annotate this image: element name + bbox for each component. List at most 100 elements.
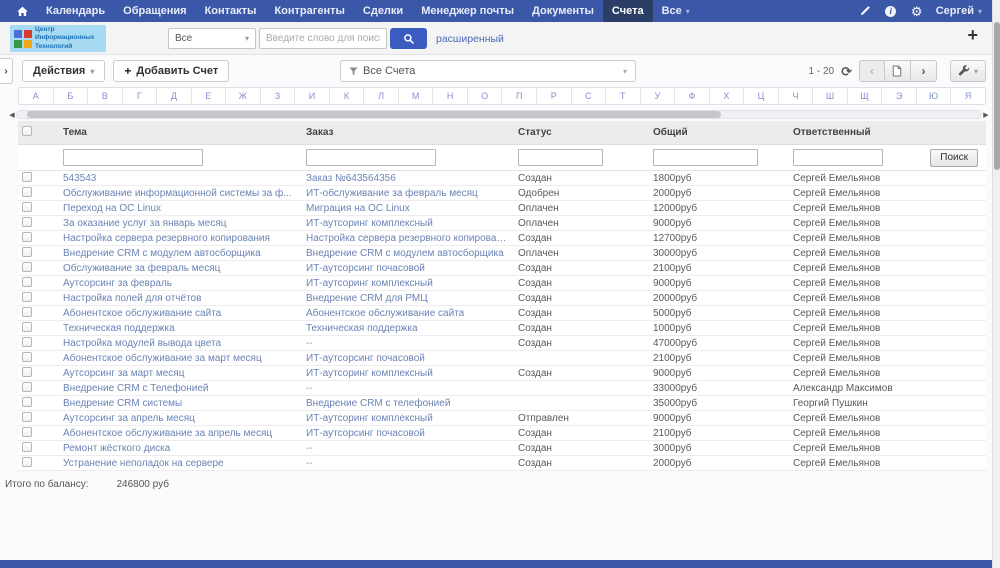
alpha-filter-Ц[interactable]: Ц [744, 88, 779, 104]
vertical-scrollbar[interactable] [992, 0, 1000, 568]
invoice-subject-link[interactable]: Внедрение CRM системы [63, 398, 306, 409]
row-checkbox[interactable] [22, 216, 32, 227]
invoice-order-link[interactable]: ИТ-аутсорсинг почасовой [306, 353, 518, 364]
alpha-filter-З[interactable]: З [261, 88, 296, 104]
filter-owner-input[interactable] [793, 149, 883, 166]
v-scroll-thumb[interactable] [994, 22, 1000, 170]
invoice-subject-link[interactable]: Абонентское обслуживание за апрель месяц [63, 428, 306, 439]
row-checkbox[interactable] [22, 351, 32, 362]
nav-item-documents[interactable]: Документы [523, 0, 603, 22]
invoice-subject-link[interactable]: Обслуживание за февраль месяц [63, 263, 306, 274]
row-checkbox[interactable] [22, 321, 32, 332]
row-checkbox[interactable] [22, 456, 32, 467]
invoice-subject-link[interactable]: Аутсорсинг за март месяц [63, 368, 306, 379]
invoice-order-link[interactable]: Абонентское обслуживание сайта [306, 308, 518, 319]
invoice-subject-link[interactable]: Переход на ОС Linux [63, 203, 306, 214]
invoice-subject-link[interactable]: Абонентское обслуживание за март месяц [63, 353, 306, 364]
list-settings-button[interactable]: ▾ [949, 60, 986, 82]
filter-total-input[interactable] [653, 149, 758, 166]
filter-subject-input[interactable] [63, 149, 203, 166]
gear-icon[interactable]: ⚙ [910, 4, 924, 18]
sidebar-expand-toggle[interactable]: › [0, 58, 13, 84]
alpha-filter-Ш[interactable]: Ш [813, 88, 848, 104]
row-checkbox[interactable] [22, 411, 32, 422]
scroll-left-arrow[interactable]: ◀ [8, 111, 16, 119]
scroll-right-arrow[interactable]: ▶ [982, 111, 990, 119]
row-checkbox[interactable] [22, 291, 32, 302]
row-checkbox[interactable] [22, 396, 32, 407]
column-header-total[interactable]: Общий [653, 127, 793, 138]
row-checkbox[interactable] [22, 366, 32, 377]
alpha-filter-Б[interactable]: Б [54, 88, 89, 104]
advanced-search-link[interactable]: расширенный [436, 33, 504, 45]
filter-status-input[interactable] [518, 149, 603, 166]
view-filter-select[interactable]: Все Счета ▾ [340, 60, 636, 82]
row-checkbox[interactable] [22, 246, 32, 257]
alpha-filter-С[interactable]: С [572, 88, 607, 104]
row-checkbox[interactable] [22, 276, 32, 287]
row-checkbox[interactable] [22, 171, 32, 182]
alpha-filter-А[interactable]: А [19, 88, 54, 104]
invoice-subject-link[interactable]: Обслуживание информационной системы за ф… [63, 188, 306, 199]
invoice-subject-link[interactable]: Абонентское обслуживание сайта [63, 308, 306, 319]
invoice-subject-link[interactable]: За оказание услуг за январь месяц [63, 218, 306, 229]
alpha-filter-М[interactable]: М [399, 88, 434, 104]
invoice-order-link[interactable]: ИТ-аутсоринг комплексный [306, 218, 518, 229]
alpha-filter-Ч[interactable]: Ч [779, 88, 814, 104]
compose-pencil-icon[interactable] [858, 4, 872, 18]
invoice-subject-link[interactable]: Аутсорсинг за февраль [63, 278, 306, 289]
invoice-subject-link[interactable]: 543543 [63, 173, 306, 184]
search-input[interactable] [259, 28, 387, 49]
column-header-owner[interactable]: Ответственный [793, 127, 986, 138]
nav-item-all[interactable]: Все ▾ [653, 0, 699, 22]
nav-item-cases[interactable]: Обращения [114, 0, 195, 22]
refresh-icon[interactable]: ⟳ [841, 65, 852, 78]
invoice-subject-link[interactable]: Внедрение CRM с модулем автосборщика [63, 248, 306, 259]
alpha-filter-Л[interactable]: Л [364, 88, 399, 104]
invoice-order-link[interactable]: Внедрение CRM с модулем автосборщика [306, 248, 518, 259]
alpha-filter-Е[interactable]: Е [192, 88, 227, 104]
invoice-subject-link[interactable]: Настройка модулей вывода цвета [63, 338, 306, 349]
invoice-order-link[interactable]: ИТ-аутсоринг комплексный [306, 278, 518, 289]
h-scroll-track[interactable] [16, 110, 982, 119]
invoice-order-link[interactable]: ИТ-обслуживание за февраль месяц [306, 188, 518, 199]
nav-item-mail-manager[interactable]: Менеджер почты [412, 0, 523, 22]
alpha-filter-Р[interactable]: Р [537, 88, 572, 104]
next-page-button[interactable]: › [910, 60, 937, 82]
invoice-order-link[interactable]: Внедрение CRM с телефонией [306, 398, 518, 409]
alpha-filter-Т[interactable]: Т [606, 88, 641, 104]
alpha-filter-К[interactable]: К [330, 88, 365, 104]
invoice-order-link[interactable]: Настройка сервера резервного копирования [306, 233, 518, 244]
alpha-filter-У[interactable]: У [641, 88, 676, 104]
nav-item-invoices[interactable]: Счета [602, 0, 653, 22]
invoice-subject-link[interactable]: Техническая поддержка [63, 323, 306, 334]
alpha-filter-О[interactable]: О [468, 88, 503, 104]
row-checkbox[interactable] [22, 261, 32, 272]
invoice-subject-link[interactable]: Настройка сервера резервного копирования [63, 233, 306, 244]
user-menu[interactable]: Сергей ▾ [936, 5, 982, 17]
company-logo[interactable]: Центр Информационных Технологий [10, 25, 106, 52]
h-scroll-thumb[interactable] [26, 111, 721, 118]
alpha-filter-Ф[interactable]: Ф [675, 88, 710, 104]
invoice-order-link[interactable]: ИТ-аутсорсинг почасовой [306, 428, 518, 439]
column-header-subject[interactable]: Тема [63, 127, 306, 138]
invoice-subject-link[interactable]: Аутсорсинг за апрель месяц [63, 413, 306, 424]
nav-item-counterparties[interactable]: Контрагенты [265, 0, 353, 22]
invoice-order-link[interactable]: ИТ-аутсоринг комплексный [306, 413, 518, 424]
invoice-order-link[interactable]: Миграция на ОС Linux [306, 203, 518, 214]
alpha-filter-Я[interactable]: Я [951, 88, 985, 104]
filter-order-input[interactable] [306, 149, 436, 166]
select-all-checkbox[interactable] [22, 126, 32, 136]
search-button[interactable] [390, 28, 427, 49]
alpha-filter-Ю[interactable]: Ю [917, 88, 952, 104]
alpha-filter-И[interactable]: И [295, 88, 330, 104]
nav-item-contacts[interactable]: Контакты [196, 0, 266, 22]
row-checkbox[interactable] [22, 201, 32, 212]
home-icon[interactable] [8, 0, 37, 22]
row-checkbox[interactable] [22, 441, 32, 452]
alpha-filter-Х[interactable]: Х [710, 88, 745, 104]
column-search-button[interactable]: Поиск [930, 148, 978, 167]
nav-item-calendar[interactable]: Календарь [37, 0, 114, 22]
row-checkbox[interactable] [22, 381, 32, 392]
invoice-order-link[interactable]: Техническая поддержка [306, 323, 518, 334]
